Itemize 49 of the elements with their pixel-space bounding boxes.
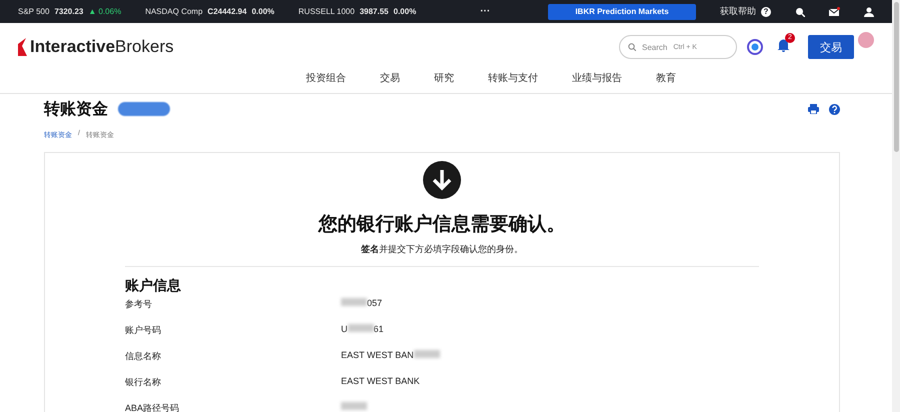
nav-link[interactable]: 交易 [380, 71, 400, 93]
redacted-value [414, 350, 440, 358]
field-label: 参考号 [125, 298, 153, 311]
field-value: EAST WEST BANK [341, 376, 420, 386]
mail-icon[interactable] [829, 6, 840, 16]
index-name: S&P 500 [18, 7, 50, 16]
redacted-account-pill [118, 102, 170, 116]
help-icon[interactable]: ? [761, 6, 771, 16]
print-icon[interactable] [808, 104, 819, 114]
logo-text: InteractiveBrokers [30, 37, 174, 57]
field-value: U [341, 324, 348, 334]
field-label: 银行名称 [125, 376, 162, 389]
user-icon[interactable] [864, 6, 874, 16]
redacted-value [341, 298, 367, 306]
more-button[interactable]: ··· [480, 6, 490, 17]
notice-text: 签名并提交下方必填字段确认您的身份。 [361, 243, 523, 256]
help-icon[interactable] [829, 104, 840, 114]
index-change: 0.00% [252, 7, 274, 16]
page-title: 转账资金 [44, 100, 108, 120]
section-title: 账户信息 [125, 277, 182, 295]
nav-link[interactable]: 业绩与报告 [572, 71, 622, 93]
index-value: C24442.94 [208, 7, 247, 16]
field-label: 信息名称 [125, 350, 162, 363]
trade-button[interactable]: 交易 [808, 35, 854, 59]
index-value: 3987.55 [360, 7, 388, 16]
field-value: 61 [374, 324, 384, 334]
index-change: ▲ 0.06% [88, 7, 122, 16]
field-label: ABA路径号码 [125, 402, 180, 412]
help-link[interactable]: 获取帮助 [720, 5, 756, 18]
search-icon [628, 43, 636, 51]
nav-link[interactable]: 教育 [656, 71, 676, 93]
index-name: NASDAQ Comp [145, 7, 203, 16]
field-label: 账户号码 [125, 324, 162, 337]
nav-link[interactable]: 投资组合 [306, 71, 346, 93]
field-value: EAST WEST BAN [341, 350, 414, 360]
field-value: 057 [367, 298, 382, 308]
redacted-value [348, 324, 374, 332]
logo-icon [18, 38, 28, 56]
redacted-value [341, 402, 367, 410]
bell-icon[interactable] [777, 38, 790, 52]
promo-button[interactable]: IBKR Prediction Markets [548, 4, 696, 20]
scrollbar-thumb[interactable] [894, 2, 898, 152]
nav-link[interactable]: 转账与支付 [488, 71, 538, 93]
index-value: 7320.23 [54, 7, 84, 16]
index-change: 0.00% [394, 7, 416, 16]
index-name: RUSSELL 1000 [298, 7, 355, 16]
nav-link[interactable]: 研究 [434, 71, 454, 93]
assistant-icon[interactable] [747, 39, 763, 55]
notice-heading: 您的银行账户信息需要确认。 [318, 212, 566, 237]
